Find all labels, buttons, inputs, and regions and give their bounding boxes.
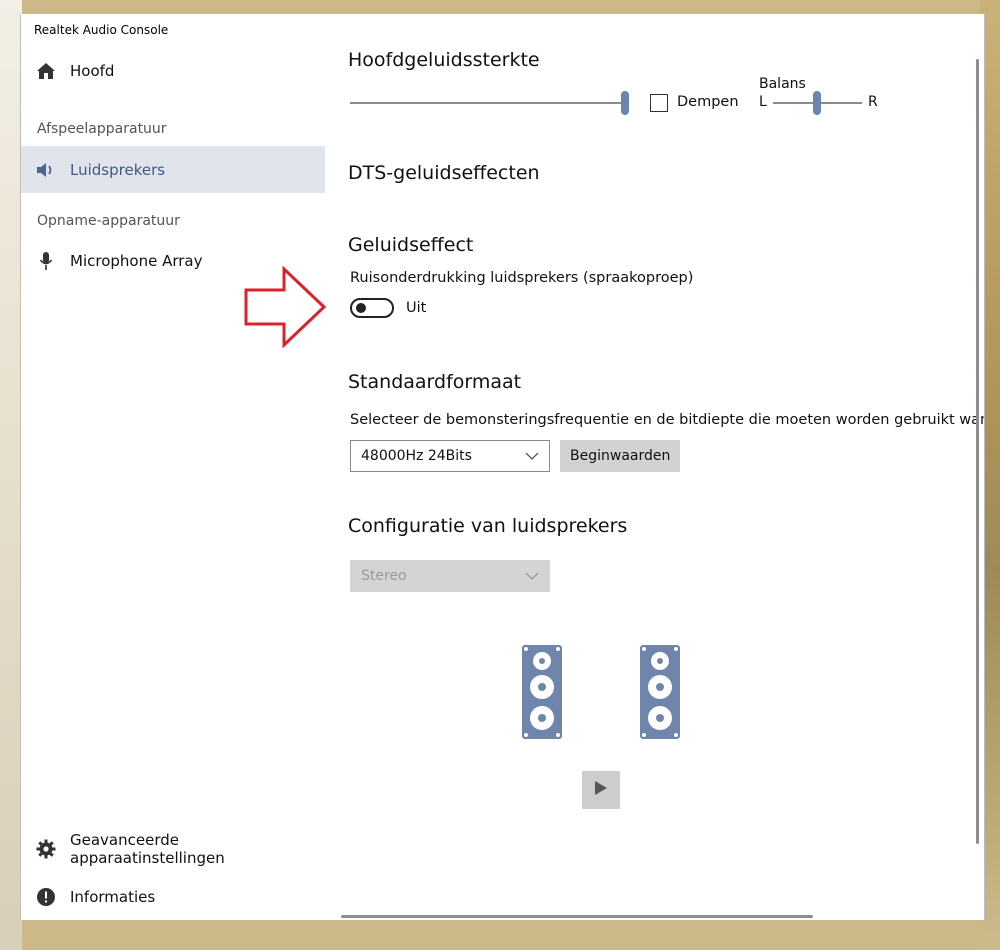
sidebar-item-label: Geavanceerde apparaatinstellingen <box>70 830 225 867</box>
home-icon <box>36 61 56 81</box>
reset-defaults-button[interactable]: Beginwaarden <box>560 440 681 472</box>
mute-checkbox[interactable] <box>650 94 668 112</box>
balance-slider-thumb[interactable] <box>813 91 821 115</box>
annotation-arrow-icon <box>244 266 327 348</box>
speaker-icon <box>36 160 56 180</box>
sidebar-item-home[interactable]: Hoofd <box>21 47 325 94</box>
sample-rate-value: 48000Hz 24Bits <box>361 448 472 464</box>
noise-suppression-label: Ruisonderdrukking luidsprekers (spraakop… <box>350 270 694 286</box>
balance-right-label: R <box>868 94 878 110</box>
master-volume-slider-track[interactable] <box>350 102 626 104</box>
mute-label: Dempen <box>677 94 739 110</box>
sidebar-item-speakers[interactable]: Luidsprekers <box>21 146 325 193</box>
gear-icon <box>36 839 56 859</box>
noise-suppression-toggle[interactable] <box>350 298 394 318</box>
default-format-description: Selecteer de bemonsteringsfrequentie en … <box>350 412 985 428</box>
right-speaker-icon[interactable] <box>640 645 680 739</box>
desktop-background-left <box>0 0 22 950</box>
sidebar-item-label: Microphone Array <box>70 251 203 270</box>
balance-left-label: L <box>759 94 767 110</box>
speaker-config-title: Configuratie van luidsprekers <box>348 515 628 537</box>
dts-title[interactable]: DTS-geluidseffecten <box>348 162 540 184</box>
sample-rate-select[interactable]: 48000Hz 24Bits <box>350 440 550 472</box>
speaker-config-value: Stereo <box>361 568 407 584</box>
speaker-config-select[interactable]: Stereo <box>350 560 550 592</box>
horizontal-scrollbar[interactable] <box>341 915 813 918</box>
info-icon <box>36 887 56 907</box>
microphone-icon <box>36 251 56 271</box>
sidebar-item-label: Luidsprekers <box>70 160 166 179</box>
left-speaker-icon[interactable] <box>522 645 562 739</box>
app-window: Realtek Audio Console Hoofd Afspeelappar… <box>20 14 985 920</box>
default-format-title: Standaardformaat <box>348 371 522 393</box>
sidebar-item-label: Hoofd <box>70 61 115 80</box>
sidebar-item-information[interactable]: Informaties <box>21 873 325 920</box>
master-volume-slider-thumb[interactable] <box>621 91 629 115</box>
sidebar: Hoofd Afspeelapparatuur Luidsprekers Opn… <box>21 14 325 920</box>
master-volume-title: Hoofdgeluidssterkte <box>348 49 540 71</box>
toggle-state-label: Uit <box>406 300 427 316</box>
vertical-scrollbar[interactable] <box>976 59 979 844</box>
chevron-down-icon <box>525 448 539 464</box>
main-content: Hoofdgeluidssterkte Dempen Balans L R DT… <box>348 14 984 920</box>
chevron-down-icon <box>525 568 539 584</box>
sidebar-item-advanced-settings[interactable]: Geavanceerde apparaatinstellingen <box>21 825 325 872</box>
play-test-button[interactable] <box>582 771 620 809</box>
section-playback-devices: Afspeelapparatuur <box>37 121 167 137</box>
play-icon <box>594 780 608 800</box>
sound-effect-title: Geluidseffect <box>348 234 474 256</box>
section-recording-devices: Opname-apparatuur <box>37 213 180 229</box>
sidebar-item-label: Informaties <box>70 887 156 906</box>
toggle-knob <box>356 303 366 313</box>
balance-label: Balans <box>759 76 806 92</box>
